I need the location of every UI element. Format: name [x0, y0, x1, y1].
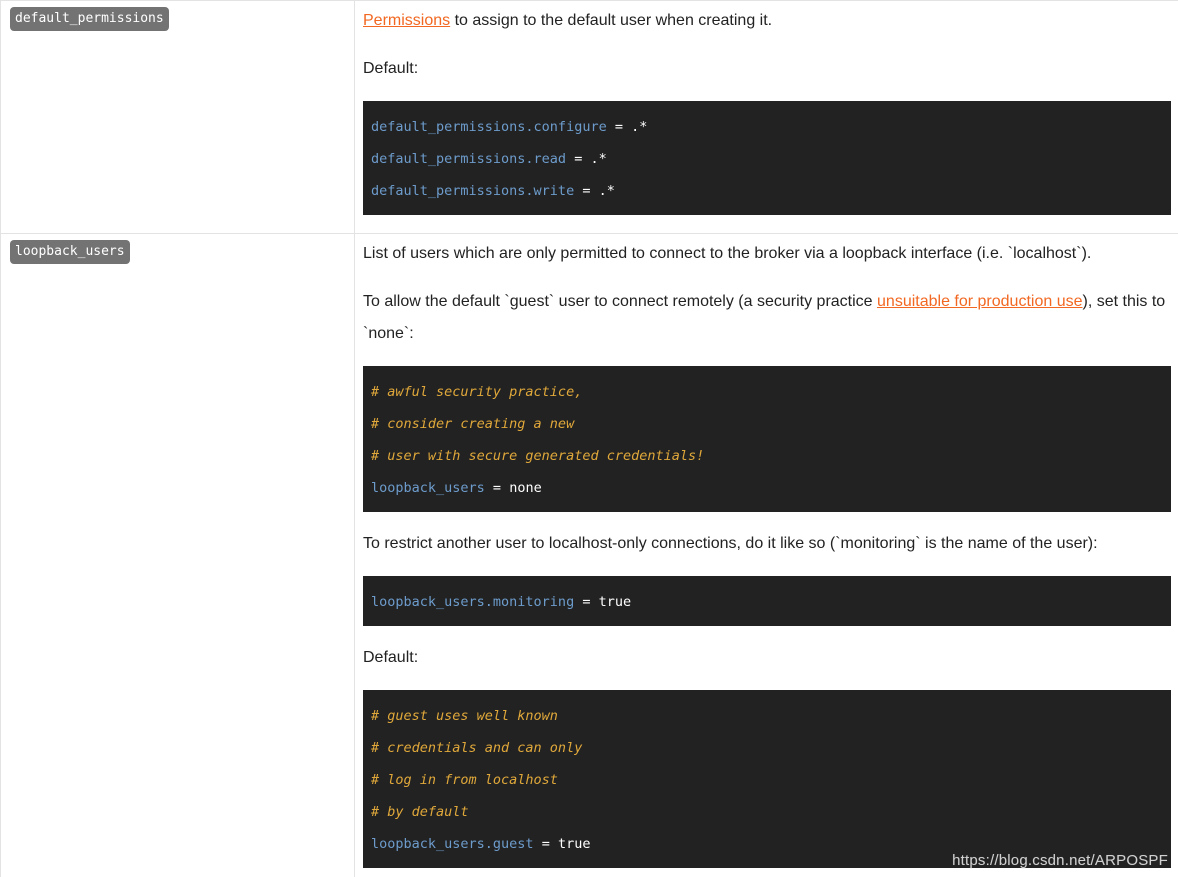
code-block-default-permissions: default_permissions.configure = .* defaul… [363, 101, 1171, 215]
code-comment: # awful security practice, [371, 384, 583, 400]
code-operator: = [566, 151, 591, 167]
code-key: loopback_users.monitoring [371, 594, 575, 610]
key-cell: loopback_users [0, 233, 355, 877]
remote-text-before: To allow the default `guest` user to con… [363, 293, 878, 310]
default-label: Default: [363, 649, 419, 666]
config-table: default_permissions Permissions to assig… [0, 0, 1178, 877]
production-checklist-link[interactable]: unsuitable for production use [877, 293, 1082, 310]
code-value: .* [590, 151, 607, 167]
code-operator: = [574, 183, 599, 199]
config-reference-page: default_permissions Permissions to assig… [0, 0, 1178, 877]
code-line: default_permissions.read = .* [371, 143, 1163, 175]
code-line: default_permissions.configure = .* [371, 111, 1163, 143]
code-operator: = [606, 119, 632, 135]
code-block-loopback-monitoring: loopback_users.monitoring = true [363, 576, 1171, 626]
code-value: .* [631, 119, 648, 135]
code-operator: = [484, 480, 510, 496]
code-key: default_permissions.read [371, 151, 567, 167]
code-comment: # guest uses well known [371, 708, 558, 724]
code-key: loopback_users [371, 480, 485, 496]
code-key: default_permissions.write [371, 183, 575, 199]
code-value: true [598, 594, 632, 610]
description-suffix: to assign to the default user when creat… [450, 12, 773, 29]
config-key-badge: loopback_users [10, 240, 130, 264]
code-comment: # user with secure generated credentials… [371, 448, 705, 464]
code-key: loopback_users.guest [371, 836, 534, 852]
table-row: loopback_users List of users which are o… [0, 233, 1178, 877]
config-key-badge: default_permissions [10, 7, 169, 31]
description-text: Permissions to assign to the default use… [363, 5, 1171, 37]
remote-access-text: To allow the default `guest` user to con… [363, 286, 1171, 350]
intro-text: List of users which are only permitted t… [363, 245, 1092, 262]
code-operator: = [574, 594, 599, 610]
description-cell: List of users which are only permitted t… [354, 233, 1178, 877]
table-row: default_permissions Permissions to assig… [0, 0, 1178, 234]
code-comment: # consider creating a new [371, 416, 575, 432]
code-line: default_permissions.write = .* [371, 175, 1163, 207]
code-block-loopback-default: # guest uses well known # credentials and… [363, 690, 1171, 868]
code-value: none [509, 480, 542, 496]
restrict-text: To restrict another user to localhost-on… [363, 535, 1098, 552]
default-label: Default: [363, 60, 419, 77]
code-operator: = [533, 836, 558, 852]
key-cell: default_permissions [0, 0, 355, 234]
code-value: true [557, 836, 591, 852]
code-comment: # by default [371, 804, 469, 820]
code-value: .* [598, 183, 615, 199]
code-line: loopback_users = none [371, 472, 1163, 504]
code-line: loopback_users.monitoring = true [371, 586, 1163, 618]
watermark: https://blog.csdn.net/ARPOSPF [952, 852, 1168, 869]
code-comment: # credentials and can only [371, 740, 583, 756]
description-cell: Permissions to assign to the default use… [354, 0, 1178, 234]
code-block-loopback-none: # awful security practice, # consider cre… [363, 366, 1171, 512]
permissions-link[interactable]: Permissions [363, 12, 450, 29]
code-key: default_permissions.configure [371, 119, 607, 135]
code-comment: # log in from localhost [371, 772, 558, 788]
